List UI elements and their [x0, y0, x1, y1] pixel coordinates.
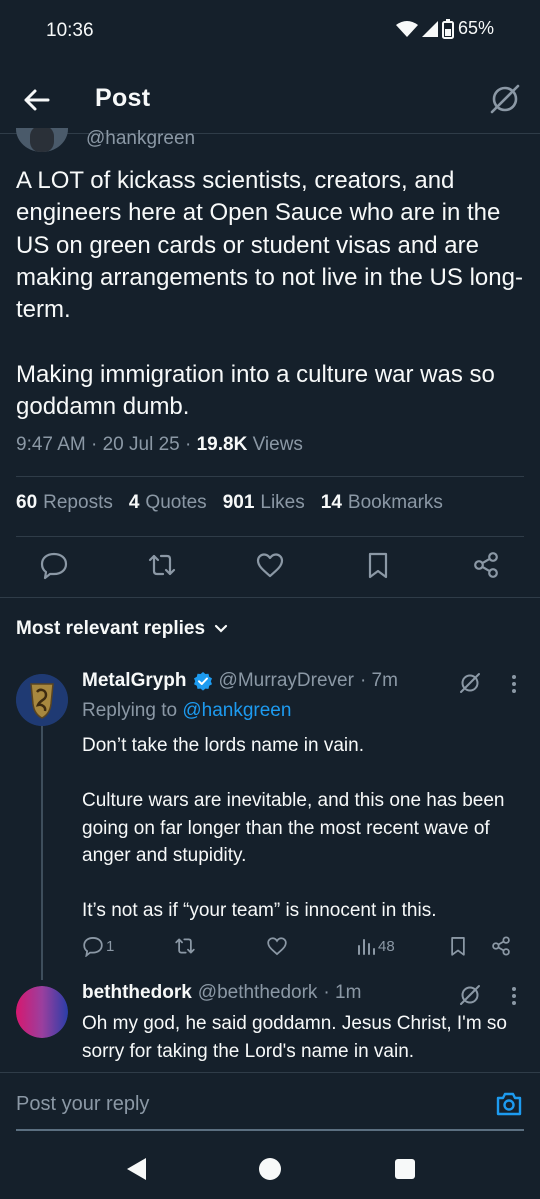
- top-bar: Post: [0, 64, 540, 134]
- reply-author-name[interactable]: MetalGryph: [82, 670, 187, 692]
- nav-home-icon[interactable]: [258, 1156, 282, 1182]
- repost-icon[interactable]: [147, 550, 177, 580]
- stat-quotes[interactable]: 4 Quotes: [129, 492, 207, 514]
- like-icon[interactable]: [255, 550, 285, 580]
- reply-text: Oh my god, he said goddamn. Jesus Christ…: [82, 1013, 513, 1062]
- post-timestamp: 9:47 AM · 20 Jul 25 ·: [16, 434, 197, 455]
- reply-icon[interactable]: [39, 550, 69, 580]
- grok-icon[interactable]: [458, 671, 482, 695]
- reply-avatar[interactable]: [16, 986, 68, 1038]
- divider: [16, 536, 524, 537]
- reply-avatar[interactable]: [16, 674, 68, 726]
- signal-icon: [421, 20, 438, 37]
- status-icons: 65%: [395, 18, 494, 39]
- reply-header: MetalGryph @MurrayDrever · 7m: [82, 670, 398, 692]
- post-meta: 9:47 AM · 20 Jul 25 · 19.8K Views: [16, 434, 303, 456]
- verified-badge-icon: [193, 672, 212, 691]
- reply-text: Don’t take the lords name in vain. Cultu…: [82, 735, 505, 921]
- view-count: 48: [378, 937, 395, 955]
- status-bar: 10:36 65%: [0, 0, 540, 64]
- replying-to: Replying to @hankgreen: [82, 700, 292, 721]
- camera-icon[interactable]: [494, 1089, 524, 1119]
- reply-age: · 7m: [359, 670, 398, 691]
- post-stats: 60 Reposts 4 Quotes 901 Likes 14 Bookmarks: [16, 492, 443, 514]
- reply-share-button[interactable]: [490, 934, 512, 958]
- reply-like-button[interactable]: [266, 934, 288, 958]
- back-arrow-icon[interactable]: [18, 82, 54, 118]
- repost-icon: [175, 938, 195, 954]
- reply-icon: [83, 937, 103, 957]
- more-options-icon[interactable]: [510, 673, 518, 695]
- wifi-icon: [395, 20, 418, 37]
- reply-header: beththedork @beththedork · 1m: [82, 982, 361, 1004]
- reply-composer: Post your reply: [0, 1072, 540, 1142]
- stat-bookmarks[interactable]: 14 Bookmarks: [321, 492, 443, 514]
- system-nav-bar: [0, 1142, 540, 1199]
- page-title: Post: [95, 84, 151, 112]
- reply-bookmark-button[interactable]: [447, 934, 469, 958]
- reply-count: 1: [106, 937, 115, 955]
- more-options-icon[interactable]: [510, 985, 518, 1007]
- bookmark-icon: [451, 937, 465, 956]
- bookmark-icon[interactable]: [363, 550, 393, 580]
- nav-recents-icon[interactable]: [393, 1156, 417, 1182]
- thread-line: [41, 724, 43, 980]
- bi-flag-avatar-icon: [16, 986, 68, 1038]
- shield-crest-icon: [16, 674, 68, 726]
- status-time: 10:36: [46, 20, 94, 41]
- share-icon[interactable]: [471, 550, 501, 580]
- post-text: A LOT of kickass scientists, creators, a…: [16, 167, 523, 421]
- author-avatar[interactable]: [16, 128, 68, 152]
- replying-to-handle[interactable]: @hankgreen: [182, 700, 291, 721]
- reply-input[interactable]: Post your reply: [16, 1093, 149, 1116]
- sort-label: Most relevant replies: [16, 618, 206, 639]
- battery-percent: 65%: [457, 18, 494, 38]
- grok-icon[interactable]: [458, 983, 482, 1007]
- divider: [16, 476, 524, 477]
- share-icon: [492, 936, 510, 956]
- grok-icon[interactable]: [488, 82, 522, 116]
- replies-sort-dropdown[interactable]: Most relevant replies: [16, 618, 229, 640]
- author-handle[interactable]: @hankgreen: [86, 128, 195, 150]
- like-icon: [267, 937, 287, 956]
- chevron-down-icon: [214, 624, 228, 633]
- stat-reposts[interactable]: 60 Reposts: [16, 492, 113, 514]
- battery-icon: [441, 18, 454, 39]
- stat-likes[interactable]: 901 Likes: [223, 492, 305, 514]
- composer-underline: [16, 1129, 524, 1131]
- divider: [0, 597, 540, 598]
- post-author-peek: @hankgreen: [16, 128, 316, 154]
- reply-author-name[interactable]: beththedork: [82, 982, 192, 1004]
- reply-age: · 1m: [323, 982, 362, 1003]
- reply-reply-button[interactable]: 1: [82, 934, 114, 958]
- post-views-label[interactable]: Views: [247, 434, 303, 455]
- post-views-count: 19.8K: [196, 434, 248, 455]
- reply-repost-button[interactable]: [174, 934, 196, 958]
- reply-author-handle[interactable]: @beththedork: [198, 982, 318, 1004]
- nav-back-icon[interactable]: [124, 1156, 148, 1182]
- reply-views-button[interactable]: 48: [356, 934, 395, 958]
- views-chart-icon: [358, 939, 375, 955]
- post-actions: [0, 550, 540, 584]
- reply-actions: 1 48: [82, 934, 522, 960]
- reply-author-handle[interactable]: @MurrayDrever: [219, 670, 354, 692]
